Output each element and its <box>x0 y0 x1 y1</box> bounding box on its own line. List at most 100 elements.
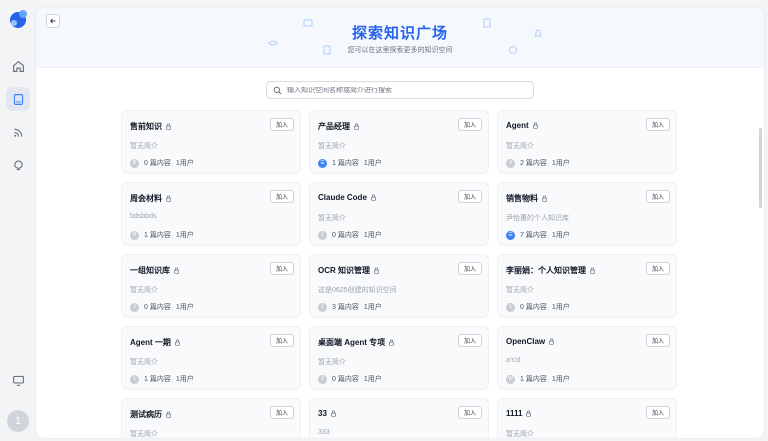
lock-icon <box>174 339 180 346</box>
doc-count: 0 篇内容 <box>144 160 171 167</box>
space-card[interactable]: 测试病历 加入 暂无简介 <box>121 398 301 438</box>
doc-count: 2 篇内容 <box>520 160 547 167</box>
space-card[interactable]: 1111 加入 暂无简介 <box>497 398 677 438</box>
join-button[interactable]: 加入 <box>270 406 294 419</box>
join-button[interactable]: 加入 <box>270 262 294 275</box>
doc-count: 0 篇内容 <box>332 232 359 239</box>
space-meta: 4 2 篇内容 1用户 <box>506 158 570 168</box>
space-meta: H 1 篇内容 1用户 <box>130 230 194 240</box>
feed-button[interactable] <box>6 120 30 144</box>
space-card[interactable]: OpenClaw 加入 a's'd W 1 篇内容 1用户 <box>497 326 677 390</box>
space-card[interactable]: 销售物料 加入 尹怡惠的个人知识库 ☰ 7 篇内容 1用户 <box>497 182 677 246</box>
space-name: 产品经理 <box>318 122 350 131</box>
doc-count: 7 篇内容 <box>520 232 547 239</box>
search-icon <box>273 86 282 94</box>
user-count: 1用户 <box>363 304 382 311</box>
join-button[interactable]: 加入 <box>458 406 482 419</box>
lock-icon <box>330 410 336 417</box>
space-name: 1111 <box>506 409 523 418</box>
lock-icon <box>166 411 171 418</box>
space-card[interactable]: OCR 知识管理 加入 这是0625创建的知识空间 1 3 篇内容 1用户 <box>309 254 489 318</box>
space-card[interactable]: 李丽娟：个人知识管理 加入 暂无简介 1 0 篇内容 1用户 <box>497 254 677 318</box>
doc-count: 3 篇内容 <box>332 304 359 311</box>
join-button[interactable]: 加入 <box>270 118 294 131</box>
space-description: 暂无简介 <box>318 359 346 366</box>
doc-count: 0 篇内容 <box>332 376 359 383</box>
owner-avatar: ☰ <box>506 230 515 240</box>
home-button[interactable] <box>6 54 30 78</box>
main-panel: 探索知识广场 您可以在这里探索更多的知识空间 售前知识 加入 暂无简介 B 0 … <box>36 8 764 438</box>
join-button[interactable]: 加入 <box>646 334 670 347</box>
user-count: 1用户 <box>175 304 194 311</box>
lock-icon <box>526 410 532 417</box>
page-title: 探索知识广场 <box>351 25 448 42</box>
owner-avatar: B <box>130 158 139 168</box>
book-icon <box>13 93 23 105</box>
space-description: a's'd <box>506 357 520 364</box>
space-name-row: 周会材料 <box>130 193 172 204</box>
search-box[interactable] <box>266 81 534 99</box>
lock-icon <box>166 195 171 202</box>
screen-button[interactable] <box>6 368 30 392</box>
space-name: Agent 一期 <box>130 338 171 347</box>
space-card[interactable]: 一组知识库 加入 暂无简介 J 0 篇内容 1用户 <box>121 254 301 318</box>
left-sidebar: 1 <box>0 0 36 441</box>
join-button[interactable]: 加入 <box>458 262 482 275</box>
space-name-row: 一组知识库 <box>130 265 180 276</box>
owner-avatar: 1 <box>318 302 327 312</box>
search-input[interactable] <box>287 86 527 94</box>
space-name-row: 李丽娟：个人知识管理 <box>506 265 596 276</box>
owner-avatar: 1 <box>130 374 139 384</box>
lock-icon <box>590 267 595 274</box>
space-name-row: 售前知识 <box>130 121 172 132</box>
join-button[interactable]: 加入 <box>458 118 482 131</box>
join-button[interactable]: 加入 <box>646 262 670 275</box>
space-name-row: 销售物料 <box>506 193 548 204</box>
space-card[interactable]: Claude Code 加入 暂无简介 1 0 篇内容 1用户 <box>309 182 489 246</box>
space-meta: B 0 篇内容 1用户 <box>130 158 194 168</box>
knowledge-button[interactable] <box>6 87 30 111</box>
join-button[interactable]: 加入 <box>458 334 482 347</box>
lightbulb-icon <box>13 159 23 170</box>
lock-icon <box>532 122 538 129</box>
space-description: 暂无简介 <box>130 359 158 366</box>
join-button[interactable]: 加入 <box>646 118 670 131</box>
space-meta: W 1 篇内容 1用户 <box>506 374 570 384</box>
rss-icon <box>13 128 22 137</box>
doc-count: 0 篇内容 <box>144 304 171 311</box>
lock-icon <box>542 195 547 202</box>
join-button[interactable]: 加入 <box>270 334 294 347</box>
space-card[interactable]: 桌面端 Agent 专项 加入 暂无简介 2 0 篇内容 1用户 <box>309 326 489 390</box>
space-description: 333 <box>318 429 330 436</box>
space-meta: 1 0 篇内容 1用户 <box>318 230 382 240</box>
space-card[interactable]: Agent 一期 加入 暂无简介 1 1 篇内容 1用户 <box>121 326 301 390</box>
space-name: 售前知识 <box>130 122 162 131</box>
space-card[interactable]: 售前知识 加入 暂无简介 B 0 篇内容 1用户 <box>121 110 301 174</box>
space-card[interactable]: 33 加入 333 <box>309 398 489 438</box>
app-logo-icon[interactable] <box>8 8 30 30</box>
space-name: 33 <box>318 409 327 418</box>
user-count: 1用户 <box>551 160 570 167</box>
join-button[interactable]: 加入 <box>646 406 670 419</box>
user-avatar[interactable]: 1 <box>7 410 29 432</box>
home-icon <box>12 60 24 72</box>
ideas-button[interactable] <box>6 153 30 177</box>
scrollbar[interactable] <box>759 128 762 208</box>
space-card[interactable]: 产品经理 加入 暂无简介 ☰ 1 篇内容 1用户 <box>309 110 489 174</box>
lock-icon <box>370 194 376 201</box>
space-card[interactable]: Agent 加入 暂无简介 4 2 篇内容 1用户 <box>497 110 677 174</box>
lock-icon <box>389 339 395 346</box>
doc-count: 1 篇内容 <box>332 160 359 167</box>
join-button[interactable]: 加入 <box>458 190 482 203</box>
user-count: 1用户 <box>363 376 382 383</box>
space-name: 周会材料 <box>130 194 162 203</box>
space-name: 一组知识库 <box>130 266 170 275</box>
space-name-row: 33 <box>318 409 337 418</box>
owner-avatar: 2 <box>318 374 327 384</box>
join-button[interactable]: 加入 <box>646 190 670 203</box>
space-card[interactable]: 周会材料 加入 bdsbbds H 1 篇内容 1用户 <box>121 182 301 246</box>
space-description: 暂无简介 <box>130 143 158 150</box>
space-name: Claude Code <box>318 193 367 202</box>
join-button[interactable]: 加入 <box>270 190 294 203</box>
space-description: 尹怡惠的个人知识库 <box>506 215 569 222</box>
